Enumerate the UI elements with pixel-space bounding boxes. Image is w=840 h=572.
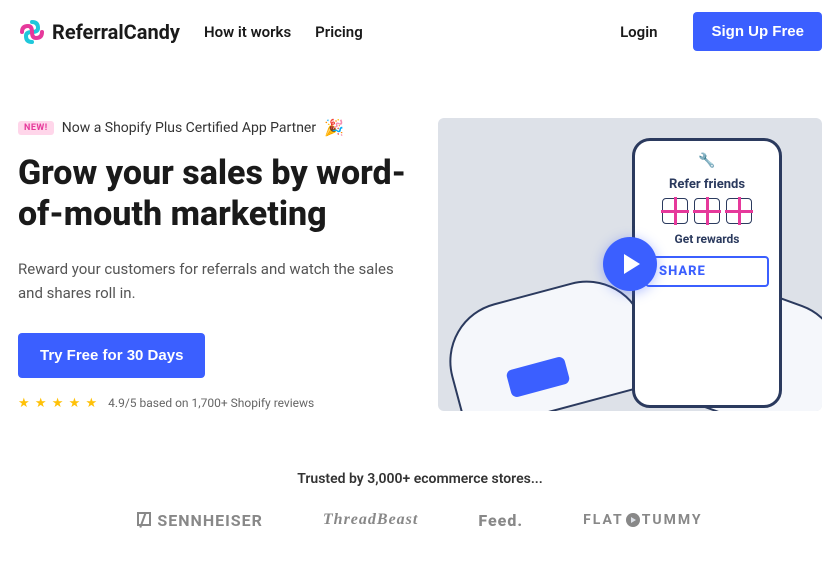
hero-video[interactable]: 🔧 Refer friends Get rewards SHARE [438, 118, 822, 411]
brand-logos: SENNHEISER ThreadBeast Feed. FLAT TUMMY [0, 511, 840, 560]
partner-text: Now a Shopify Plus Certified App Partner [62, 120, 316, 136]
play-icon [624, 254, 640, 274]
partner-announcement: NEW! Now a Shopify Plus Certified App Pa… [18, 118, 408, 137]
new-badge: NEW! [18, 121, 54, 135]
logo-icon [18, 18, 46, 46]
play-button[interactable] [603, 237, 657, 291]
gift-icon [726, 198, 752, 224]
signup-button[interactable]: Sign Up Free [693, 12, 822, 51]
gift-icon [662, 198, 688, 224]
subheadline: Reward your customers for referrals and … [18, 257, 408, 305]
hero-content: NEW! Now a Shopify Plus Certified App Pa… [18, 118, 408, 411]
nav-pricing[interactable]: Pricing [315, 23, 363, 41]
trusted-by-text: Trusted by 3,000+ ecommerce stores... [0, 471, 840, 487]
logo-text: ReferralCandy [52, 20, 180, 44]
phone-title: Refer friends [645, 177, 769, 192]
nav-how-it-works[interactable]: How it works [204, 23, 291, 41]
feed-logo: Feed. [478, 511, 523, 530]
header: ReferralCandy How it works Pricing Login… [0, 0, 840, 63]
logo[interactable]: ReferralCandy [18, 18, 180, 46]
party-icon: 🎉 [324, 118, 344, 137]
share-button-illustration: SHARE [645, 256, 769, 287]
rating: ★ ★ ★ ★ ★ 4.9/5 based on 1,700+ Shopify … [18, 396, 408, 411]
sennheiser-logo: SENNHEISER [137, 511, 263, 530]
headline: Grow your sales by word-of-mouth marketi… [18, 153, 408, 235]
flattummy-logo: FLAT TUMMY [583, 511, 703, 530]
star-icons: ★ ★ ★ ★ ★ [18, 396, 98, 411]
gift-icon [694, 198, 720, 224]
try-free-button[interactable]: Try Free for 30 Days [18, 333, 205, 378]
rating-text: 4.9/5 based on 1,700+ Shopify reviews [108, 396, 314, 410]
threadbeast-logo: ThreadBeast [323, 511, 418, 530]
rewards-text: Get rewards [645, 232, 769, 246]
hero-section: NEW! Now a Shopify Plus Certified App Pa… [0, 63, 840, 451]
login-link[interactable]: Login [620, 23, 657, 41]
